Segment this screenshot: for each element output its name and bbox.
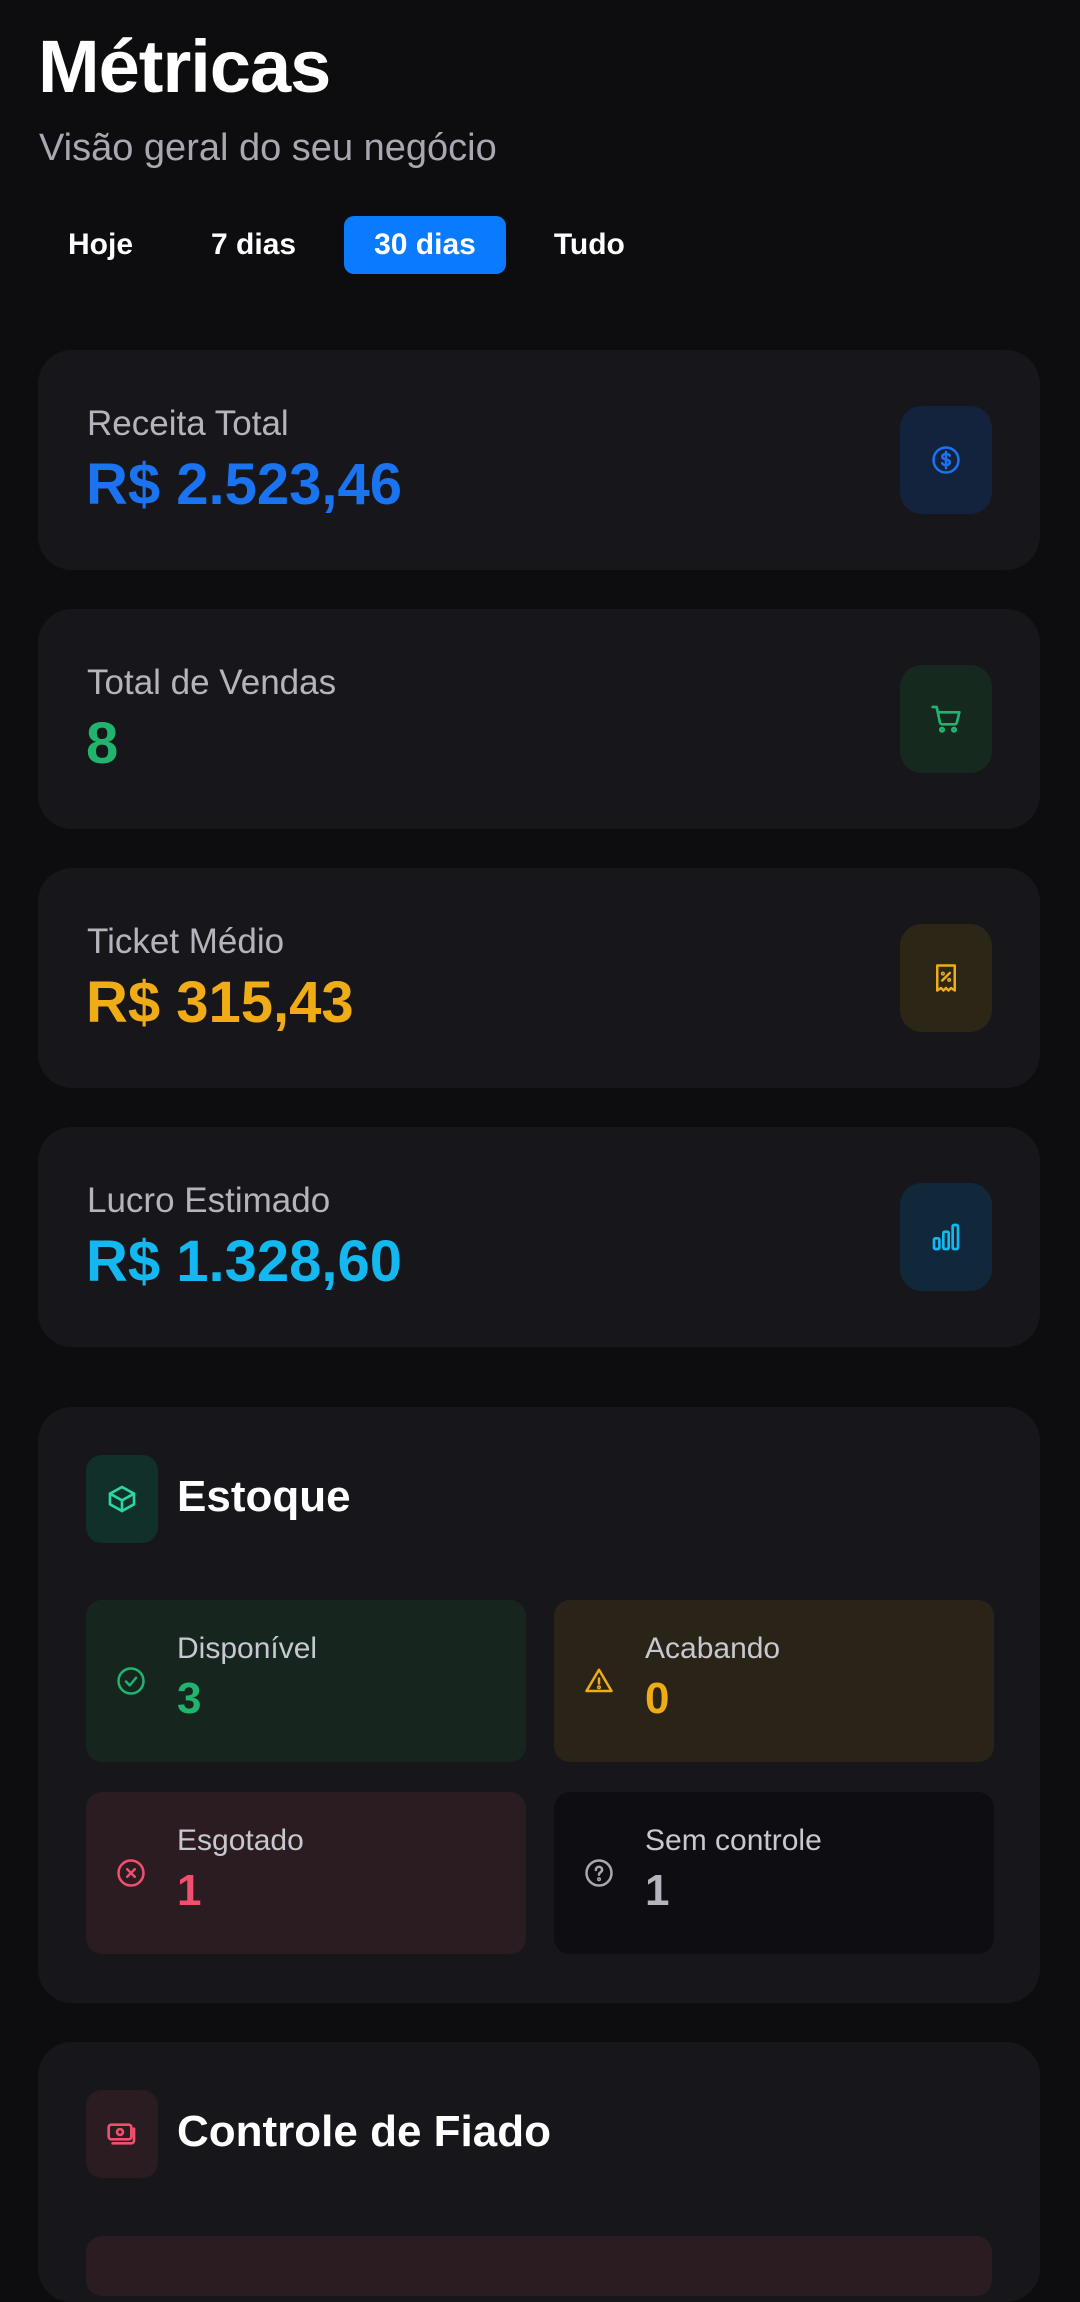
card-label: Receita Total	[87, 404, 289, 443]
card-label: Ticket Médio	[87, 922, 285, 961]
receipt-percent-icon	[900, 924, 992, 1032]
period-tabs: Hoje 7 dias 30 dias Tudo	[38, 216, 673, 274]
dollar-circle-icon	[900, 406, 992, 514]
card-label: Total de Vendas	[87, 663, 337, 702]
section-title: Estoque	[177, 1472, 351, 1521]
stat-sem-controle: Sem controle 1	[554, 1792, 994, 1954]
total-vendas-card: Total de Vendas 8	[38, 609, 1040, 829]
stat-label: Sem controle	[645, 1824, 822, 1857]
stat-value: 1	[177, 1866, 202, 1915]
stat-label: Acabando	[645, 1632, 781, 1665]
stat-label: Esgotado	[177, 1824, 304, 1857]
tab-7-dias[interactable]: 7 dias	[181, 216, 326, 274]
stat-label: Disponível	[177, 1632, 318, 1665]
shopping-cart-icon	[900, 665, 992, 773]
x-circle-icon	[116, 1858, 146, 1888]
tab-30-dias[interactable]: 30 dias	[344, 216, 506, 274]
bar-chart-icon	[900, 1183, 992, 1291]
stat-acabando: Acabando 0	[554, 1600, 994, 1762]
card-value: 8	[86, 711, 119, 776]
check-circle-icon	[116, 1666, 146, 1696]
estoque-section: Estoque Disponível 3 Acabando 0 Esgotado…	[38, 1407, 1040, 2003]
card-value: R$ 315,43	[86, 970, 354, 1035]
stat-value: 3	[177, 1674, 202, 1723]
stat-disponivel: Disponível 3	[86, 1600, 526, 1762]
stat-value: 0	[645, 1674, 670, 1723]
tab-hoje[interactable]: Hoje	[38, 216, 163, 274]
page-subtitle: Visão geral do seu negócio	[39, 127, 497, 169]
stat-value: 1	[645, 1866, 670, 1915]
page-title: Métricas	[38, 25, 331, 108]
fiado-section: Controle de Fiado	[38, 2042, 1040, 2302]
card-value: R$ 1.328,60	[86, 1229, 403, 1294]
receita-total-card: Receita Total R$ 2.523,46	[38, 350, 1040, 570]
stat-esgotado: Esgotado 1	[86, 1792, 526, 1954]
fiado-item	[86, 2236, 992, 2296]
section-title: Controle de Fiado	[177, 2107, 551, 2156]
card-label: Lucro Estimado	[87, 1181, 331, 1220]
ticket-medio-card: Ticket Médio R$ 315,43	[38, 868, 1040, 1088]
lucro-estimado-card: Lucro Estimado R$ 1.328,60	[38, 1127, 1040, 1347]
box-icon	[86, 1455, 158, 1543]
card-value: R$ 2.523,46	[86, 452, 403, 517]
warning-triangle-icon	[584, 1666, 614, 1696]
cash-icon	[86, 2090, 158, 2178]
question-circle-icon	[584, 1858, 614, 1888]
tab-tudo[interactable]: Tudo	[524, 216, 655, 274]
